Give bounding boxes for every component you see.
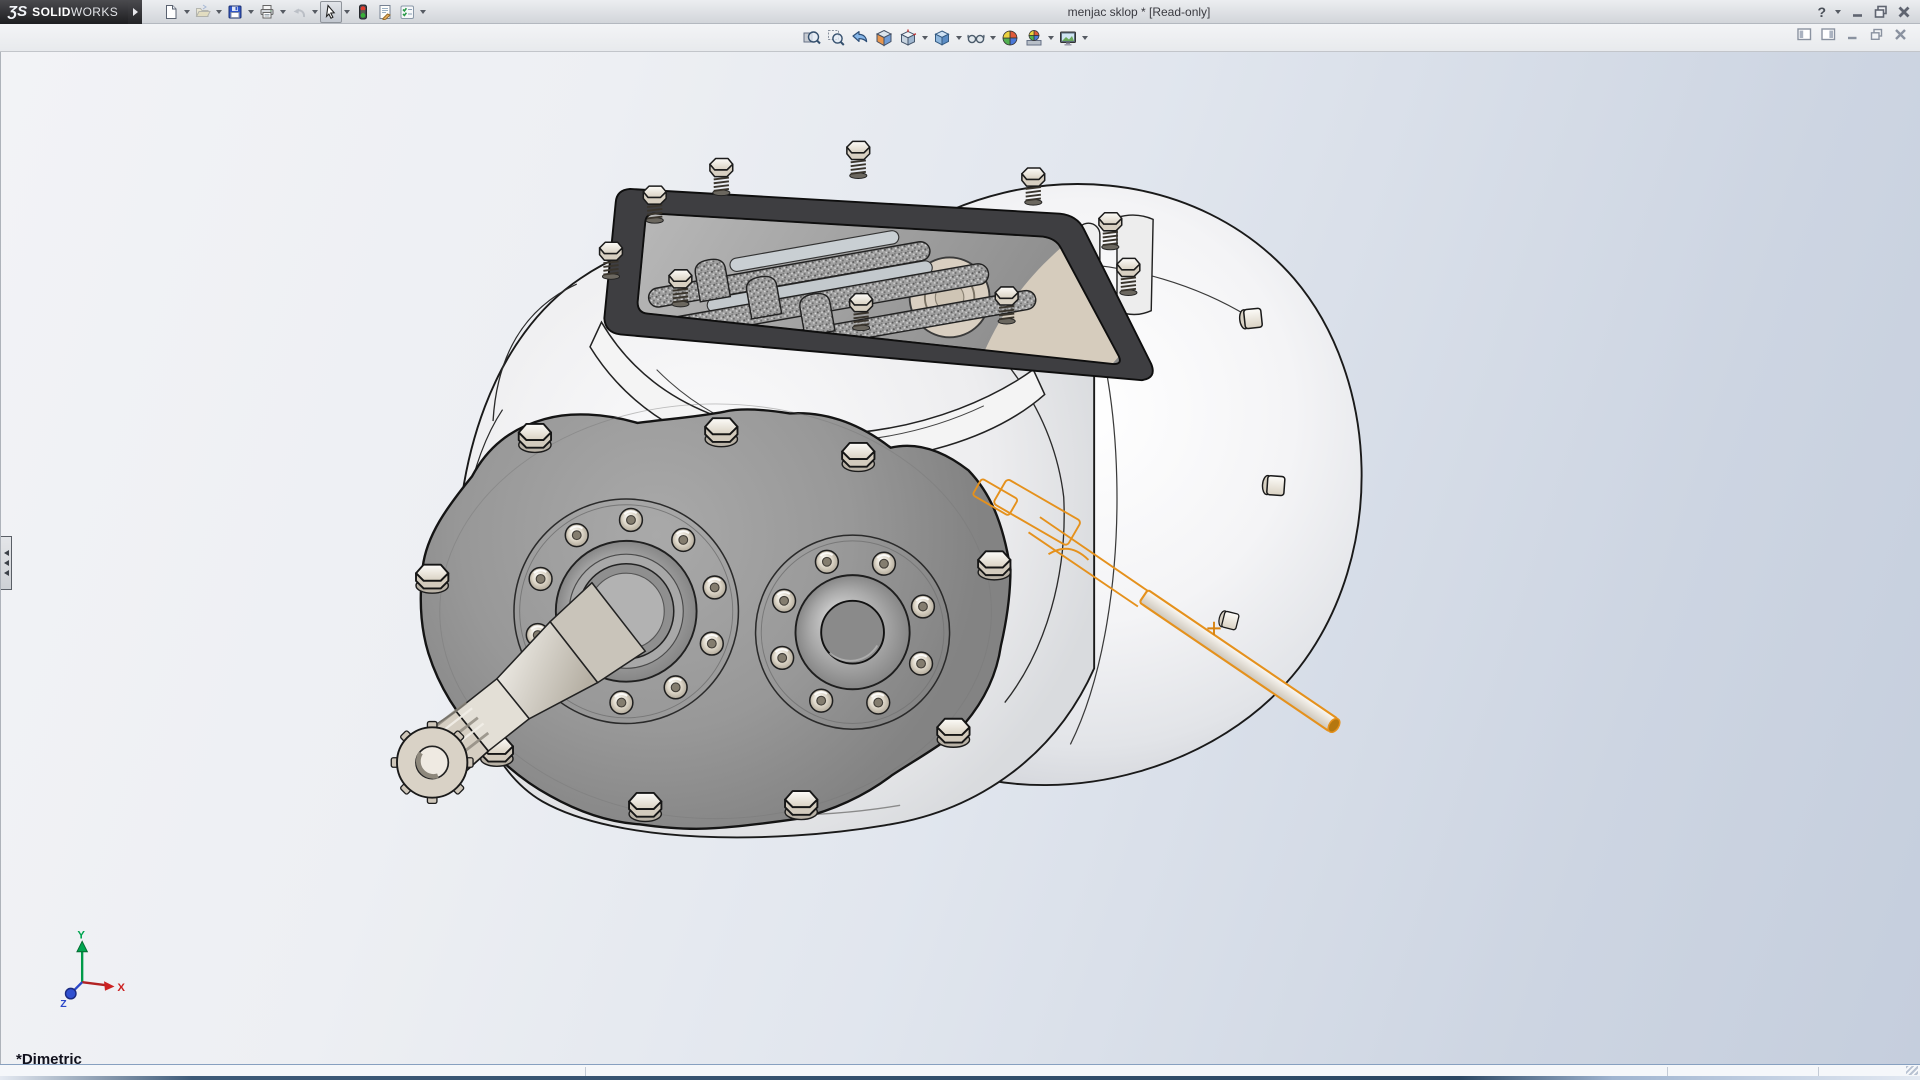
open-document-button[interactable] <box>192 1 214 23</box>
view-orientation-button[interactable] <box>896 26 920 50</box>
help-dropdown[interactable] <box>1833 1 1843 23</box>
expand-arrow-icon <box>133 8 138 16</box>
undo-icon <box>291 4 307 20</box>
apply-scene-button[interactable] <box>1022 26 1046 50</box>
zoom-to-fit-icon <box>803 29 821 47</box>
pane-left-button[interactable] <box>1797 27 1812 42</box>
document-close-button[interactable] <box>1893 27 1908 42</box>
orientation-triad: Y X Z <box>60 929 125 1009</box>
triad-x-label: X <box>117 982 125 994</box>
previous-view-button[interactable] <box>848 26 872 50</box>
view-orientation-icon <box>899 29 917 47</box>
new-document-icon <box>163 4 179 20</box>
zoom-to-fit-button[interactable] <box>800 26 824 50</box>
select-tool-button[interactable] <box>320 1 342 23</box>
document-window-controls <box>1797 27 1908 42</box>
options-dropdown[interactable] <box>418 1 428 23</box>
collapse-arrow-icon <box>4 560 9 566</box>
hide-show-items-dropdown[interactable] <box>988 27 998 49</box>
status-bar <box>0 1064 1920 1080</box>
hide-show-items-button[interactable] <box>964 26 988 50</box>
select-tool-dropdown[interactable] <box>342 1 352 23</box>
file-properties-button[interactable] <box>374 1 396 23</box>
apply-scene-dropdown[interactable] <box>1046 27 1056 49</box>
statusbar-divider <box>585 1067 586 1076</box>
new-document-dropdown[interactable] <box>182 1 192 23</box>
section-view-button[interactable] <box>872 26 896 50</box>
headsup-view-toolbar <box>800 26 1090 50</box>
resize-grip[interactable] <box>1906 1066 1918 1075</box>
open-document-dropdown[interactable] <box>214 1 224 23</box>
triad-z-label: Z <box>60 999 67 1010</box>
print-icon <box>259 4 275 20</box>
save-button[interactable] <box>224 1 246 23</box>
brand-name: SOLIDWORKS <box>32 5 118 19</box>
solidworks-logo: ƷS SOLIDWORKS <box>0 0 128 24</box>
save-icon <box>227 4 243 20</box>
options-checklist-icon <box>399 4 415 20</box>
collapse-arrow-icon <box>4 550 9 556</box>
rebuild-button[interactable] <box>352 1 374 23</box>
feature-tree-expand-tab[interactable] <box>1 536 12 590</box>
zoom-to-area-icon <box>827 29 845 47</box>
apply-scene-icon <box>1025 29 1043 47</box>
close-button[interactable] <box>1896 4 1912 20</box>
document-frame-bar <box>0 24 1920 52</box>
display-style-button[interactable] <box>930 26 954 50</box>
section-view-icon <box>875 29 893 47</box>
help-icon[interactable]: ? <box>1817 4 1826 20</box>
document-restore-button[interactable] <box>1869 27 1884 42</box>
statusbar-divider <box>1667 1067 1668 1076</box>
view-orientation-dropdown[interactable] <box>920 27 930 49</box>
collapse-arrow-icon <box>4 570 9 576</box>
select-cursor-icon <box>323 4 339 20</box>
print-dropdown[interactable] <box>278 1 288 23</box>
new-document-button[interactable] <box>160 1 182 23</box>
display-style-icon <box>933 29 951 47</box>
pane-right-button[interactable] <box>1821 27 1836 42</box>
view-settings-monitor-icon <box>1059 29 1077 47</box>
appearance-sphere-icon <box>1001 29 1019 47</box>
edit-appearance-button[interactable] <box>998 26 1022 50</box>
file-properties-icon <box>377 4 393 20</box>
triad-y-label: Y <box>77 929 85 941</box>
title-bar: ƷS SOLIDWORKS <box>0 0 1920 24</box>
undo-dropdown[interactable] <box>310 1 320 23</box>
document-title: menjac sklop * [Read-only] <box>1068 5 1211 19</box>
zoom-to-area-button[interactable] <box>824 26 848 50</box>
gearbox-model[interactable]: Y X Z <box>1 52 1920 1064</box>
menu-expand-button[interactable] <box>128 0 142 24</box>
undo-button[interactable] <box>288 1 310 23</box>
spline-end-face <box>391 722 473 804</box>
options-button[interactable] <box>396 1 418 23</box>
statusbar-divider <box>1818 1067 1819 1076</box>
minimize-button[interactable] <box>1850 4 1866 20</box>
3ds-logo-glyph: ƷS <box>8 3 27 20</box>
display-style-dropdown[interactable] <box>954 27 964 49</box>
graphics-viewport[interactable]: Y X Z <box>0 52 1920 1064</box>
standard-toolbar <box>160 1 428 23</box>
previous-view-icon <box>851 29 869 47</box>
rebuild-traffic-light-icon <box>355 4 371 20</box>
eyeglasses-icon <box>967 29 985 47</box>
view-settings-dropdown[interactable] <box>1080 27 1090 49</box>
print-button[interactable] <box>256 1 278 23</box>
open-document-icon <box>195 4 211 20</box>
restore-button[interactable] <box>1873 4 1889 20</box>
rear-plug-middle[interactable] <box>1262 475 1285 496</box>
app-window-controls: ? <box>1817 1 1920 23</box>
view-settings-button[interactable] <box>1056 26 1080 50</box>
document-minimize-button[interactable] <box>1845 27 1860 42</box>
save-dropdown[interactable] <box>246 1 256 23</box>
rear-plug-top[interactable] <box>1239 308 1263 329</box>
